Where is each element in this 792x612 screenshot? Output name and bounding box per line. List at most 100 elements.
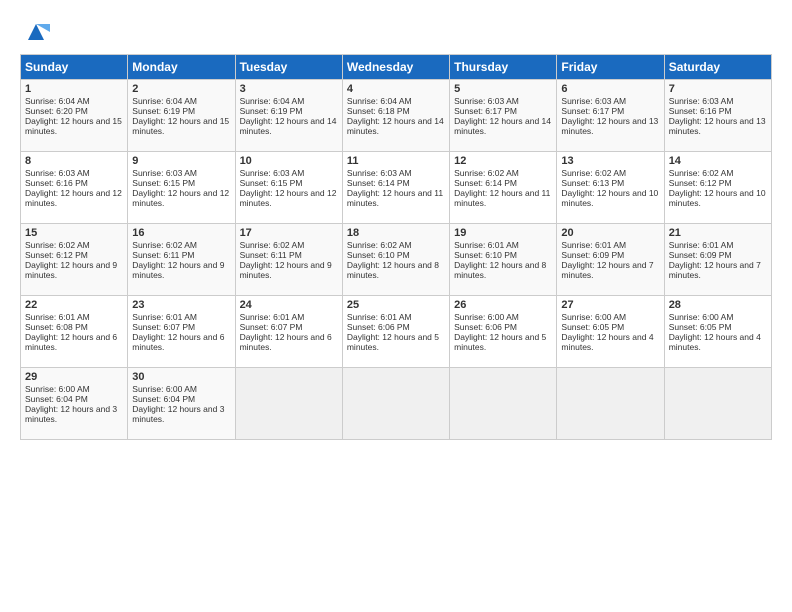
calendar-cell: 18Sunrise: 6:02 AMSunset: 6:10 PMDayligh… [342,224,449,296]
sunset: Sunset: 6:10 PM [347,250,410,260]
header-tuesday: Tuesday [235,55,342,80]
day-number: 9 [132,155,230,167]
day-number: 21 [669,227,767,239]
calendar-cell: 24Sunrise: 6:01 AMSunset: 6:07 PMDayligh… [235,296,342,368]
sunrise: Sunrise: 6:01 AM [240,312,305,322]
daylight: Daylight: 12 hours and 12 minutes. [240,188,337,208]
daylight: Daylight: 12 hours and 9 minutes. [25,260,117,280]
day-number: 4 [347,83,445,95]
sunrise: Sunrise: 6:03 AM [347,168,412,178]
calendar-cell: 29Sunrise: 6:00 AMSunset: 6:04 PMDayligh… [21,368,128,440]
sunrise: Sunrise: 6:01 AM [25,312,90,322]
sunset: Sunset: 6:13 PM [561,178,624,188]
calendar-cell: 23Sunrise: 6:01 AMSunset: 6:07 PMDayligh… [128,296,235,368]
day-number: 15 [25,227,123,239]
calendar-cell: 12Sunrise: 6:02 AMSunset: 6:14 PMDayligh… [450,152,557,224]
day-number: 30 [132,371,230,383]
sunrise: Sunrise: 6:01 AM [561,240,626,250]
calendar-week-row: 15Sunrise: 6:02 AMSunset: 6:12 PMDayligh… [21,224,772,296]
day-number: 7 [669,83,767,95]
daylight: Daylight: 12 hours and 3 minutes. [25,404,117,424]
daylight: Daylight: 12 hours and 6 minutes. [132,332,224,352]
sunrise: Sunrise: 6:02 AM [132,240,197,250]
sunrise: Sunrise: 6:04 AM [240,96,305,106]
calendar-cell: 9Sunrise: 6:03 AMSunset: 6:15 PMDaylight… [128,152,235,224]
calendar-week-row: 8Sunrise: 6:03 AMSunset: 6:16 PMDaylight… [21,152,772,224]
weekday-header-row: Sunday Monday Tuesday Wednesday Thursday… [21,55,772,80]
sunrise: Sunrise: 6:02 AM [454,168,519,178]
sunrise: Sunrise: 6:01 AM [347,312,412,322]
daylight: Daylight: 12 hours and 11 minutes. [347,188,443,208]
sunrise: Sunrise: 6:00 AM [669,312,734,322]
header-monday: Monday [128,55,235,80]
calendar-cell [235,368,342,440]
sunset: Sunset: 6:07 PM [132,322,195,332]
logo-icon [22,18,50,46]
sunset: Sunset: 6:05 PM [561,322,624,332]
calendar-cell: 14Sunrise: 6:02 AMSunset: 6:12 PMDayligh… [664,152,771,224]
day-number: 2 [132,83,230,95]
sunset: Sunset: 6:06 PM [454,322,517,332]
day-number: 26 [454,299,552,311]
daylight: Daylight: 12 hours and 6 minutes. [25,332,117,352]
daylight: Daylight: 12 hours and 15 minutes. [132,116,229,136]
sunset: Sunset: 6:14 PM [347,178,410,188]
header [20,18,772,44]
day-number: 27 [561,299,659,311]
daylight: Daylight: 12 hours and 15 minutes. [25,116,122,136]
header-thursday: Thursday [450,55,557,80]
calendar-cell: 7Sunrise: 6:03 AMSunset: 6:16 PMDaylight… [664,80,771,152]
calendar-week-row: 22Sunrise: 6:01 AMSunset: 6:08 PMDayligh… [21,296,772,368]
calendar-cell: 16Sunrise: 6:02 AMSunset: 6:11 PMDayligh… [128,224,235,296]
day-number: 17 [240,227,338,239]
daylight: Daylight: 12 hours and 4 minutes. [561,332,653,352]
calendar-cell: 2Sunrise: 6:04 AMSunset: 6:19 PMDaylight… [128,80,235,152]
daylight: Daylight: 12 hours and 14 minutes. [240,116,337,136]
calendar-week-row: 29Sunrise: 6:00 AMSunset: 6:04 PMDayligh… [21,368,772,440]
calendar-cell: 6Sunrise: 6:03 AMSunset: 6:17 PMDaylight… [557,80,664,152]
sunrise: Sunrise: 6:02 AM [561,168,626,178]
daylight: Daylight: 12 hours and 10 minutes. [561,188,658,208]
header-saturday: Saturday [664,55,771,80]
day-number: 6 [561,83,659,95]
day-number: 18 [347,227,445,239]
daylight: Daylight: 12 hours and 8 minutes. [454,260,546,280]
day-number: 10 [240,155,338,167]
sunset: Sunset: 6:09 PM [669,250,732,260]
daylight: Daylight: 12 hours and 14 minutes. [454,116,551,136]
calendar-cell [342,368,449,440]
daylight: Daylight: 12 hours and 13 minutes. [669,116,766,136]
sunset: Sunset: 6:10 PM [454,250,517,260]
calendar-cell: 28Sunrise: 6:00 AMSunset: 6:05 PMDayligh… [664,296,771,368]
sunset: Sunset: 6:16 PM [25,178,88,188]
day-number: 22 [25,299,123,311]
day-number: 25 [347,299,445,311]
daylight: Daylight: 12 hours and 12 minutes. [132,188,229,208]
calendar-week-row: 1Sunrise: 6:04 AMSunset: 6:20 PMDaylight… [21,80,772,152]
calendar-cell: 8Sunrise: 6:03 AMSunset: 6:16 PMDaylight… [21,152,128,224]
daylight: Daylight: 12 hours and 4 minutes. [669,332,761,352]
calendar-cell [664,368,771,440]
sunrise: Sunrise: 6:02 AM [25,240,90,250]
calendar-cell: 17Sunrise: 6:02 AMSunset: 6:11 PMDayligh… [235,224,342,296]
sunrise: Sunrise: 6:00 AM [561,312,626,322]
sunset: Sunset: 6:08 PM [25,322,88,332]
sunrise: Sunrise: 6:04 AM [132,96,197,106]
sunset: Sunset: 6:09 PM [561,250,624,260]
daylight: Daylight: 12 hours and 9 minutes. [240,260,332,280]
calendar-cell: 19Sunrise: 6:01 AMSunset: 6:10 PMDayligh… [450,224,557,296]
daylight: Daylight: 12 hours and 6 minutes. [240,332,332,352]
day-number: 24 [240,299,338,311]
sunrise: Sunrise: 6:00 AM [132,384,197,394]
calendar-cell: 22Sunrise: 6:01 AMSunset: 6:08 PMDayligh… [21,296,128,368]
sunrise: Sunrise: 6:01 AM [132,312,197,322]
calendar-cell: 27Sunrise: 6:00 AMSunset: 6:05 PMDayligh… [557,296,664,368]
calendar-cell: 1Sunrise: 6:04 AMSunset: 6:20 PMDaylight… [21,80,128,152]
sunset: Sunset: 6:11 PM [132,250,194,260]
sunset: Sunset: 6:19 PM [132,106,195,116]
calendar-cell: 25Sunrise: 6:01 AMSunset: 6:06 PMDayligh… [342,296,449,368]
sunrise: Sunrise: 6:03 AM [132,168,197,178]
header-wednesday: Wednesday [342,55,449,80]
logo [20,18,50,44]
day-number: 3 [240,83,338,95]
